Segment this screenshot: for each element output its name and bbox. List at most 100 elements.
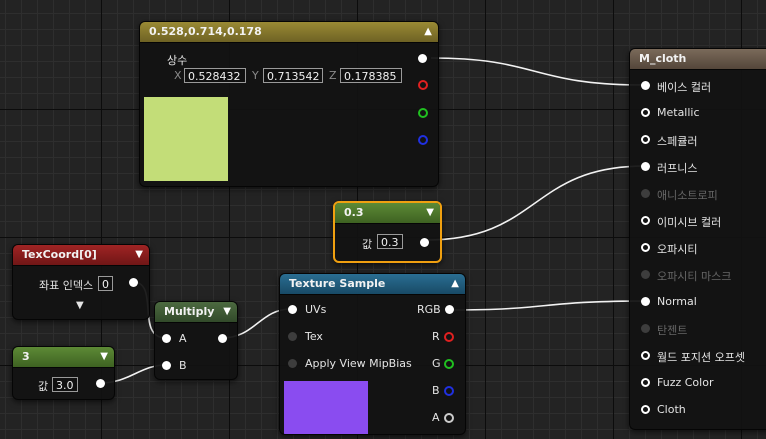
input-a-label: A bbox=[179, 332, 187, 345]
material-input-pin[interactable] bbox=[641, 405, 650, 414]
node-header[interactable]: 3 ▼ bbox=[13, 347, 114, 368]
x-axis-label: X bbox=[174, 69, 182, 82]
y-axis-label: Y bbox=[252, 69, 259, 82]
node-title: Texture Sample bbox=[289, 277, 386, 290]
r-output-pin[interactable] bbox=[444, 332, 454, 342]
material-input-label: 베이스 컬러 bbox=[657, 81, 712, 94]
node-header[interactable]: 0.3 ▼ bbox=[335, 203, 440, 224]
z-axis-label: Z bbox=[329, 69, 337, 82]
material-input-pin bbox=[641, 270, 650, 279]
wire-constant-to-base-color bbox=[430, 57, 646, 86]
material-input-pin[interactable] bbox=[641, 135, 650, 144]
g-output-pin[interactable] bbox=[444, 359, 454, 369]
color-swatch bbox=[144, 97, 228, 181]
material-input-label: Metallic bbox=[657, 106, 700, 119]
collapse-chevron-icon[interactable]: ▼ bbox=[426, 203, 434, 223]
material-input-pin[interactable] bbox=[641, 216, 650, 225]
y-value-field[interactable]: 0.713542 bbox=[263, 68, 323, 83]
collapse-chevron-icon[interactable]: ▲ bbox=[424, 22, 432, 42]
coordinate-index-field[interactable]: 0 bbox=[98, 276, 113, 291]
value-label: 값 bbox=[362, 238, 373, 251]
material-input-label: 오파시티 bbox=[657, 243, 698, 256]
node-header[interactable]: M_cloth bbox=[630, 49, 766, 70]
material-input-pin bbox=[641, 189, 650, 198]
x-value-field[interactable]: 0.528432 bbox=[184, 68, 246, 83]
node-title: 3 bbox=[22, 350, 30, 363]
collapse-chevron-icon[interactable]: ▼ bbox=[135, 245, 143, 265]
rgb-output-pin[interactable] bbox=[445, 305, 454, 314]
r-output-pin[interactable] bbox=[418, 80, 428, 90]
mipbias-input-pin[interactable] bbox=[288, 359, 297, 368]
material-input-label: 이미시브 컬러 bbox=[657, 216, 722, 229]
output-pin[interactable] bbox=[420, 238, 429, 247]
collapse-chevron-icon[interactable]: ▲ bbox=[451, 274, 459, 294]
input-b-pin[interactable] bbox=[162, 361, 171, 370]
material-input-label: 월드 포지션 오프셋 bbox=[657, 351, 745, 364]
a-output-label: A bbox=[432, 411, 440, 424]
material-input-label: Normal bbox=[657, 295, 697, 308]
roughness-scalar-node[interactable]: 0.3 ▼ 값 0.3 bbox=[333, 201, 442, 263]
b-output-label: B bbox=[432, 384, 440, 397]
material-input-label: Fuzz Color bbox=[657, 376, 714, 389]
input-b-label: B bbox=[179, 359, 187, 372]
value-field[interactable]: 0.3 bbox=[377, 234, 403, 249]
node-header[interactable]: TexCoord[0] ▼ bbox=[13, 245, 149, 266]
collapse-chevron-icon[interactable]: ▼ bbox=[100, 347, 108, 367]
tex-input-pin[interactable] bbox=[288, 332, 297, 341]
node-title: 0.3 bbox=[344, 206, 364, 219]
watermark-text bbox=[576, 388, 594, 439]
uvs-input-pin[interactable] bbox=[288, 305, 297, 314]
collapse-chevron-icon[interactable]: ▼ bbox=[223, 302, 231, 322]
mipbias-input-label: Apply View MipBias bbox=[305, 357, 412, 370]
material-input-pin[interactable] bbox=[641, 243, 650, 252]
constant-label: 상수 bbox=[167, 54, 188, 67]
material-input-label: 오파시티 마스크 bbox=[657, 270, 732, 283]
material-input-pin[interactable] bbox=[641, 108, 650, 117]
rgb-output-label: RGB bbox=[417, 303, 441, 316]
node-title: 0.528,0.714,0.178 bbox=[149, 25, 262, 38]
material-input-pin[interactable] bbox=[641, 378, 650, 387]
tex-input-label: Tex bbox=[305, 330, 323, 343]
material-input-pin[interactable] bbox=[641, 297, 650, 306]
material-input-pin[interactable] bbox=[641, 351, 650, 360]
g-output-label: G bbox=[432, 357, 441, 370]
node-header[interactable]: Texture Sample ▲ bbox=[280, 274, 465, 295]
constant-vector-node[interactable]: 0.528,0.714,0.178 ▲ 상수 X 0.528432 Y 0.71… bbox=[139, 21, 439, 187]
node-header[interactable]: 0.528,0.714,0.178 ▲ bbox=[140, 22, 438, 43]
node-title: TexCoord[0] bbox=[22, 248, 97, 261]
input-a-pin[interactable] bbox=[162, 334, 171, 343]
output-pin[interactable] bbox=[218, 334, 227, 343]
texcoord-node[interactable]: TexCoord[0] ▼ 좌표 인덱스 0 ▼ bbox=[12, 244, 150, 320]
material-input-label: 러프니스 bbox=[657, 162, 698, 175]
r-output-label: R bbox=[432, 330, 440, 343]
material-input-label: 스페큘러 bbox=[657, 135, 698, 148]
coordinate-index-label: 좌표 인덱스 bbox=[39, 279, 94, 292]
uvs-input-label: UVs bbox=[305, 303, 327, 316]
output-pin[interactable] bbox=[96, 379, 105, 388]
texture-preview bbox=[284, 381, 368, 434]
expand-chevron-icon[interactable]: ▼ bbox=[76, 300, 84, 311]
node-title: M_cloth bbox=[639, 52, 687, 65]
material-input-label: Cloth bbox=[657, 403, 686, 416]
node-header[interactable]: Multiply ▼ bbox=[155, 302, 237, 323]
material-input-label: 탄젠트 bbox=[657, 324, 688, 337]
node-title: Multiply bbox=[164, 305, 215, 318]
material-input-pin[interactable] bbox=[641, 81, 650, 90]
material-input-pin[interactable] bbox=[641, 162, 650, 171]
wire-texture-to-normal bbox=[451, 300, 646, 311]
z-value-field[interactable]: 0.178385 bbox=[340, 68, 402, 83]
g-output-pin[interactable] bbox=[418, 108, 428, 118]
material-result-node[interactable]: M_cloth 베이스 컬러 Metallic 스페큘러 러프니스 애니소트로피 이미시브… bbox=[629, 48, 766, 430]
value-label: 값 bbox=[38, 380, 49, 393]
a-output-pin[interactable] bbox=[444, 413, 454, 423]
value-field[interactable]: 3.0 bbox=[52, 377, 78, 392]
multiply-node[interactable]: Multiply ▼ A B bbox=[154, 301, 238, 380]
wire-scalar-to-roughness bbox=[425, 165, 646, 241]
output-pin[interactable] bbox=[129, 278, 138, 287]
material-input-pin bbox=[641, 324, 650, 333]
b-output-pin[interactable] bbox=[418, 135, 428, 145]
rgb-output-pin[interactable] bbox=[418, 54, 427, 63]
texture-sample-node[interactable]: Texture Sample ▲ UVs Tex Apply View MipB… bbox=[279, 273, 466, 435]
scalar-three-node[interactable]: 3 ▼ 값 3.0 bbox=[12, 346, 115, 400]
b-output-pin[interactable] bbox=[444, 386, 454, 396]
